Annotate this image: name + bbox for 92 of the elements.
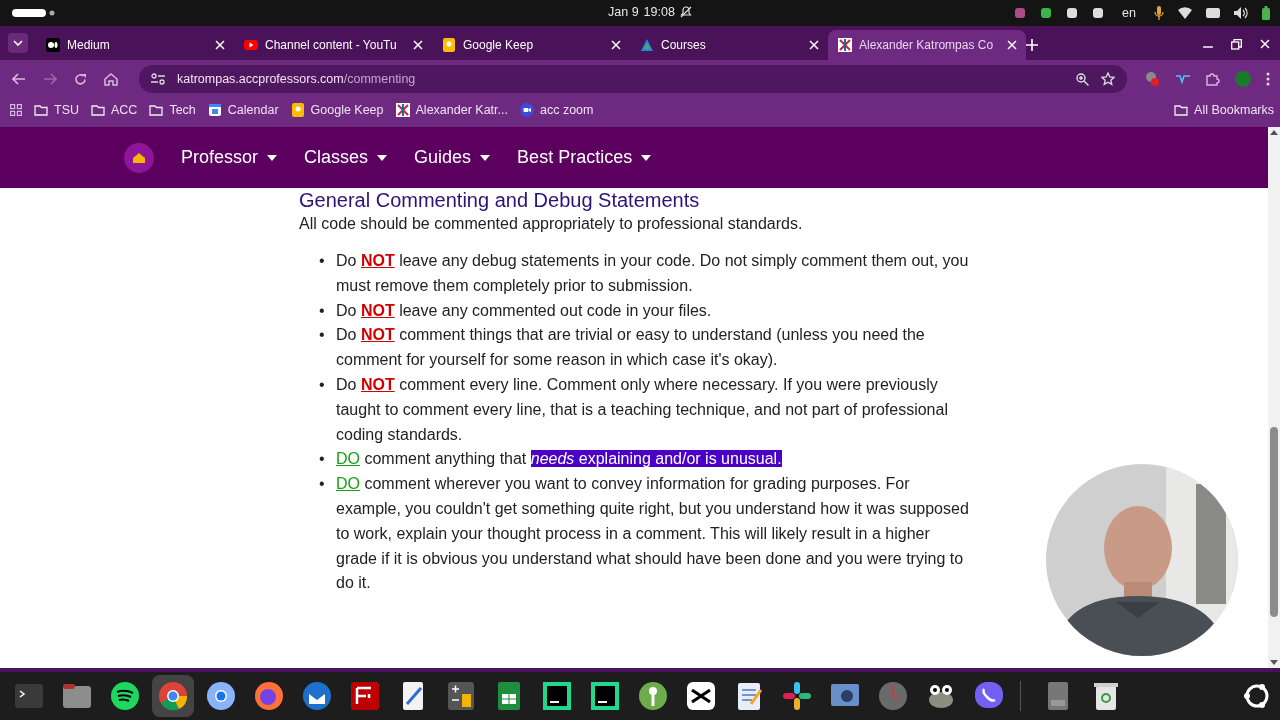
paragraph: All code should be commented appropriately to professional standards. <box>299 214 804 234</box>
site-icon <box>838 38 852 52</box>
close-icon[interactable] <box>611 40 621 50</box>
bullet: • <box>319 300 326 321</box>
clock-time[interactable]: 19:08 <box>643 5 675 19</box>
nav-menu[interactable]: Guides <box>414 147 491 168</box>
bullet: • <box>319 251 326 271</box>
bookmark[interactable]: Google Keep <box>290 103 384 117</box>
bookmark[interactable]: ACC <box>91 103 138 117</box>
list-item: DO comment anything that needs explaining and/or is unusual. <box>336 449 783 470</box>
nav-menu[interactable]: Classes <box>304 147 388 168</box>
tab-title: Medium <box>67 38 111 52</box>
caret-down-icon <box>641 154 652 161</box>
browser-tab[interactable]: Medium <box>36 30 234 60</box>
extension-badge-icon[interactable] <box>1144 71 1160 87</box>
folder-icon <box>91 103 105 117</box>
browser-tab[interactable]: Google Keep <box>432 30 630 60</box>
new-tab-icon[interactable] <box>1026 39 1038 51</box>
list-item: DO comment wherever you want to convey information for grading purposes. For example, you couldn't get something quite right, but you understand how it was supposed to work, explain your thought process in a comment. This will likely result in a higher grade if it is obvious you understand what should have been done and you were trying to do it. <box>336 474 970 594</box>
browser-tab[interactable]: Channel content - YouTu <box>234 30 432 60</box>
scroll-down-icon[interactable] <box>1270 660 1278 665</box>
caret-down-icon <box>13 40 23 46</box>
bookmark[interactable]: Calendar <box>207 103 279 117</box>
language-indicator[interactable]: en <box>1122 6 1136 20</box>
clock-date[interactable]: Jan 9 <box>608 5 639 19</box>
youtube-icon <box>244 38 258 52</box>
reload-icon[interactable] <box>74 72 87 86</box>
volume-icon[interactable] <box>1234 7 1248 19</box>
address-bar[interactable]: katrompas.accprofessors.com/commenting <box>139 65 1127 93</box>
site-settings-icon[interactable] <box>151 73 165 85</box>
bookmark[interactable]: acc zoom <box>519 103 594 117</box>
bookmark[interactable]: Tech <box>149 103 196 117</box>
bookmark[interactable]: Alexander Katr... <box>395 103 508 117</box>
bullet: • <box>319 375 326 395</box>
folder-icon <box>149 103 164 117</box>
muted-bell-icon[interactable] <box>679 6 692 18</box>
wifi-icon[interactable] <box>1178 7 1192 19</box>
caret-down-icon <box>480 154 491 161</box>
folder-icon <box>1174 103 1189 117</box>
courses-icon <box>640 38 654 52</box>
tab-title: Alexander Katrompas Co <box>859 38 995 52</box>
scrollbar-thumb[interactable] <box>1270 427 1278 617</box>
caret-down-icon <box>267 154 278 161</box>
list-item: Do NOT comment things that are trivial or easy to understand (unless you need the comment for yourself for some reason in which case it's okay). <box>336 325 926 371</box>
bullet: • <box>319 449 326 470</box>
close-icon[interactable] <box>413 40 423 50</box>
folder-icon <box>34 103 48 117</box>
more-menu-icon[interactable] <box>1266 72 1270 86</box>
app-indicator-icon[interactable] <box>1014 7 1027 19</box>
battery-icon[interactable] <box>1262 6 1270 20</box>
back-arrow-icon[interactable] <box>12 73 26 85</box>
scroll-up-icon[interactable] <box>1270 130 1278 135</box>
bullet: • <box>319 474 326 495</box>
nav-menu[interactable]: Best Practices <box>517 147 652 168</box>
close-icon[interactable] <box>809 40 819 50</box>
taskbar-app[interactable] <box>152 675 194 717</box>
activities-indicator[interactable] <box>12 9 56 17</box>
tab-search-button[interactable] <box>8 33 28 53</box>
close-icon[interactable] <box>215 40 225 50</box>
star-icon[interactable] <box>1101 72 1115 86</box>
home-icon[interactable] <box>124 142 154 173</box>
microphone-icon[interactable] <box>1154 6 1164 20</box>
close-icon[interactable] <box>1260 39 1270 49</box>
nav-menu[interactable]: Professor <box>181 147 278 168</box>
keep-icon <box>442 38 456 52</box>
zoom-icon[interactable] <box>1076 72 1089 86</box>
zoom-icon <box>519 103 534 117</box>
browser-tab[interactable]: Alexander Katrompas Co <box>828 30 1026 60</box>
url-text: katrompas.accprofessors.com/commenting <box>177 72 417 86</box>
home-icon[interactable] <box>104 72 118 86</box>
tab-title: Google Keep <box>463 38 535 52</box>
apps-grid-icon[interactable] <box>10 104 22 116</box>
list-item: Do NOT comment every line. Comment only where necessary. If you were previously taught to comment every line, that is a teaching technique, and not part of professional coding standards. <box>336 375 949 445</box>
keep-icon <box>290 103 305 117</box>
section-heading: General Commenting and Debug Statements <box>299 189 701 211</box>
extension-icon[interactable] <box>1175 73 1191 85</box>
bookmark[interactable]: All Bookmarks <box>1174 103 1274 117</box>
site-icon <box>395 103 410 117</box>
restore-icon[interactable] <box>1231 39 1242 50</box>
tab-title: Courses <box>661 38 707 52</box>
bullet: • <box>319 325 326 346</box>
list-item: Do NOT leave any debug statements in your code. Do not simply comment them out, you must remove them completely prior to submission. <box>336 251 970 296</box>
tab-title: Channel content - YouTu <box>265 38 398 52</box>
browser-tab[interactable]: Courses <box>630 30 828 60</box>
caret-down-icon <box>377 154 388 161</box>
scrollbar[interactable] <box>1268 127 1280 668</box>
close-icon[interactable] <box>1007 40 1017 50</box>
medium-icon <box>46 38 60 52</box>
list-item: Do NOT leave any commented out code in your files. <box>336 300 713 321</box>
calendar-icon <box>207 103 222 117</box>
bookmark[interactable]: TSU <box>34 103 79 117</box>
puzzle-icon[interactable] <box>1206 72 1220 86</box>
